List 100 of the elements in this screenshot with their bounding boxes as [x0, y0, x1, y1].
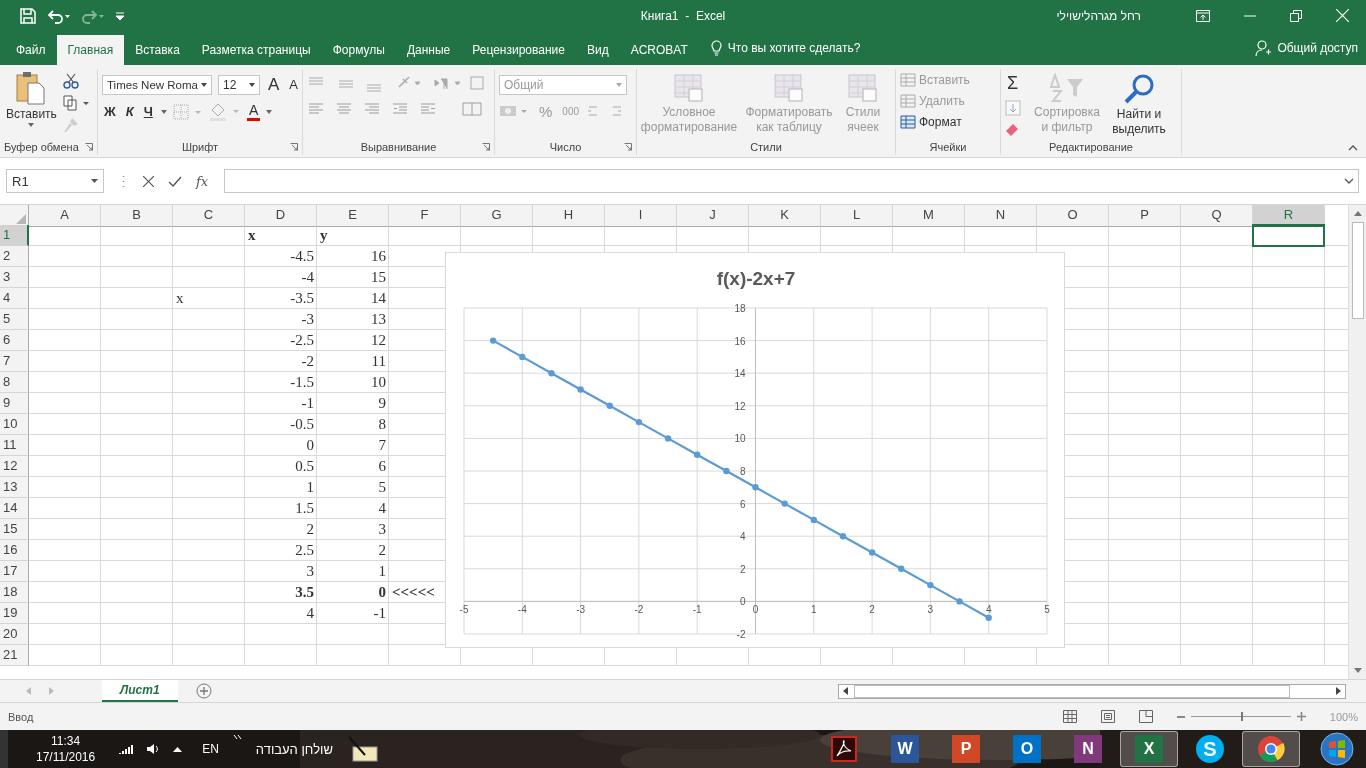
row-header[interactable]: 14 [0, 498, 29, 520]
scroll-up-icon[interactable] [1353, 211, 1362, 217]
taskbar-app[interactable] [1242, 731, 1300, 768]
font-name-dropdown[interactable]: Times New Roma [102, 74, 212, 95]
collapse-ribbon-icon[interactable] [1348, 145, 1358, 152]
restore-icon[interactable] [1290, 9, 1302, 22]
column-header[interactable]: G [461, 205, 533, 228]
taskbar-app[interactable]: N [1059, 731, 1117, 768]
increase-font-button[interactable]: A [266, 74, 282, 95]
zoom-out-icon[interactable] [1176, 715, 1185, 718]
column-header[interactable]: I [605, 205, 677, 228]
caret-icon[interactable] [160, 109, 167, 114]
column-header[interactable]: E [317, 205, 389, 228]
speaker-icon[interactable] [147, 743, 160, 756]
scrollbar-thumb[interactable] [1351, 222, 1364, 320]
add-sheet-icon[interactable] [195, 683, 212, 700]
column-header[interactable]: J [677, 205, 749, 228]
row-header[interactable]: 13 [0, 477, 29, 499]
taskbar-app[interactable]: O [998, 731, 1056, 768]
ribbon-tab[interactable]: Разметка страницы [190, 34, 322, 65]
dialog-launcher-icon[interactable] [85, 143, 93, 152]
start-orb-icon[interactable] [1320, 732, 1354, 767]
taskbar-app[interactable]: P [937, 731, 995, 768]
share-link[interactable]: Общий доступ [1277, 41, 1358, 56]
autosum-button[interactable]: Σ [1005, 72, 1021, 94]
row-header[interactable]: 17 [0, 561, 29, 583]
bold-button[interactable]: Ж [102, 104, 118, 120]
clock-date[interactable]: 17/11/2016 [36, 749, 96, 766]
chevron-icon[interactable] [232, 734, 242, 741]
underline-button[interactable]: Ч [141, 104, 155, 120]
column-header[interactable]: M [893, 205, 965, 228]
ribbon-tab[interactable]: Вид [575, 34, 620, 65]
column-header[interactable]: P [1109, 205, 1181, 228]
row-header[interactable]: 20 [0, 624, 29, 646]
column-header[interactable]: Q [1181, 205, 1253, 228]
page-break-icon[interactable] [1138, 710, 1153, 724]
row-header[interactable]: 5 [0, 309, 29, 331]
customize-caret-icon[interactable] [116, 11, 124, 20]
row-header[interactable]: 16 [0, 540, 29, 562]
column-header[interactable]: R [1253, 205, 1325, 228]
editing-button[interactable]: Найти и выделить [1105, 68, 1173, 137]
zoom-slider[interactable] [1240, 712, 1243, 722]
tell-me-field[interactable]: Что вы хотите сделать? [727, 41, 861, 56]
zoom-in-icon[interactable] [1296, 712, 1306, 722]
ribbon-display-icon[interactable] [1196, 9, 1210, 22]
pen-tablet-icon[interactable] [346, 736, 379, 763]
ribbon-tab[interactable]: ACROBAT [619, 34, 699, 65]
toolbar-label[interactable]: שולחן העבודה [255, 741, 333, 757]
column-header[interactable]: K [749, 205, 821, 228]
row-header[interactable]: 7 [0, 351, 29, 373]
column-header[interactable]: D [245, 205, 317, 228]
column-header[interactable]: C [173, 205, 245, 228]
decrease-font-button[interactable]: A [287, 77, 300, 93]
name-box[interactable]: R1 [6, 169, 104, 194]
ribbon-tab[interactable]: Файл [5, 34, 57, 65]
row-header[interactable]: 6 [0, 330, 29, 352]
ribbon-tab[interactable]: Формулы [321, 34, 396, 65]
row-header[interactable]: 8 [0, 372, 29, 394]
scroll-down-icon[interactable] [1353, 668, 1362, 674]
copy-icon[interactable] [62, 94, 89, 111]
row-header[interactable]: 10 [0, 414, 29, 436]
language-indicator[interactable]: EN [202, 742, 219, 757]
enter-check-icon[interactable] [168, 175, 182, 187]
row-header[interactable]: 9 [0, 393, 29, 415]
column-header[interactable]: F [389, 205, 461, 228]
close-icon[interactable] [1336, 9, 1349, 23]
row-header[interactable]: 18 [0, 582, 29, 604]
save-icon[interactable] [20, 7, 36, 24]
paste-button[interactable]: Вставить [4, 68, 59, 129]
redo-icon[interactable] [82, 7, 104, 24]
row-header[interactable]: 2 [0, 246, 29, 268]
row-header[interactable]: 1 [0, 225, 29, 247]
sheet-tab[interactable]: Лист1 [102, 680, 178, 703]
font-color-button[interactable]: A [246, 102, 261, 121]
column-header[interactable]: B [101, 205, 173, 228]
row-header[interactable]: 21 [0, 645, 29, 667]
font-size-dropdown[interactable]: 12 [218, 74, 260, 95]
ribbon-tab[interactable]: Рецензирование [461, 34, 576, 65]
cells-button[interactable]: Формат [900, 114, 962, 129]
column-header[interactable]: N [965, 205, 1037, 228]
clock-time[interactable]: 11:34 [51, 733, 81, 750]
row-header[interactable]: 15 [0, 519, 29, 541]
column-header[interactable]: A [29, 205, 101, 228]
column-header[interactable]: O [1037, 205, 1109, 228]
signal-icon[interactable] [119, 744, 134, 755]
row-header[interactable]: 11 [0, 435, 29, 457]
italic-button[interactable]: К [123, 104, 136, 120]
page-layout-icon[interactable] [1100, 710, 1115, 724]
chart-area[interactable]: f(x)-2x+7 -5 -4 -3 -2 -1 0 1 2 3 4 5 -2 0 2 4 6 8 10 12 14 16 18 [445, 252, 1065, 649]
dialog-launcher-icon[interactable] [290, 143, 298, 152]
scissors-icon[interactable] [62, 72, 79, 89]
caret-icon[interactable] [266, 109, 273, 114]
ribbon-tab[interactable]: Данные [395, 34, 462, 65]
column-header[interactable]: H [533, 205, 605, 228]
taskbar-app[interactable]: X [1120, 731, 1178, 768]
insert-function-button[interactable]: fx [196, 173, 209, 189]
dialog-launcher-icon[interactable] [482, 143, 490, 152]
taskbar-app[interactable]: W [876, 731, 934, 768]
selected-cell[interactable] [1252, 224, 1325, 248]
row-header[interactable]: 3 [0, 267, 29, 289]
